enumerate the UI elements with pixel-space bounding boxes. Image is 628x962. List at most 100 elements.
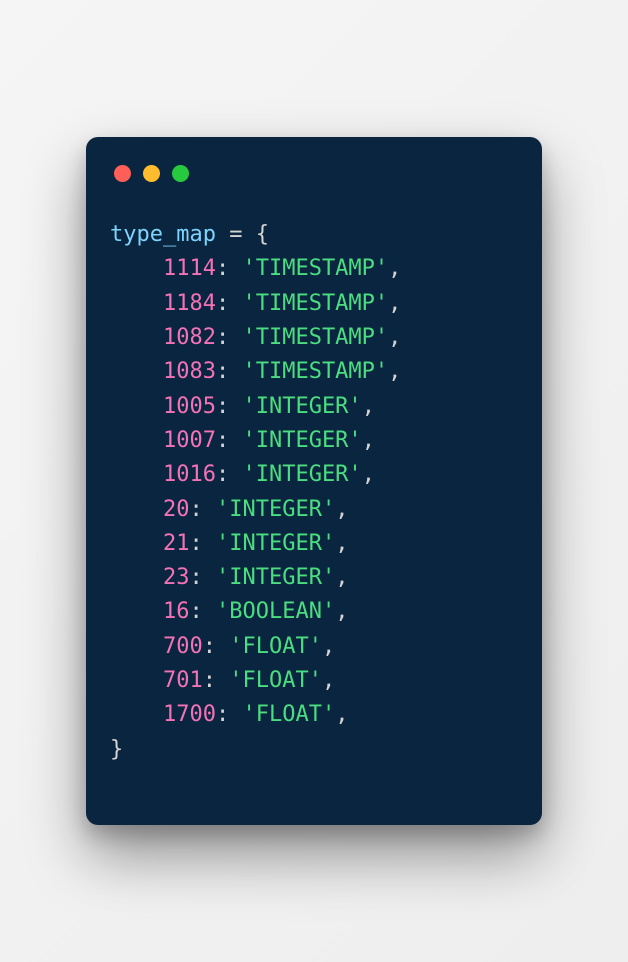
space — [229, 256, 242, 281]
colon: : — [216, 256, 229, 281]
comma: , — [362, 462, 375, 487]
code-entry-line: 16: 'BOOLEAN', — [110, 595, 518, 629]
dict-key: 21 — [163, 531, 190, 556]
colon: : — [216, 325, 229, 350]
comma: , — [388, 256, 401, 281]
code-entry-line: 20: 'INTEGER', — [110, 493, 518, 527]
indent — [110, 527, 163, 561]
dict-value: 'TIMESTAMP' — [242, 359, 388, 384]
space — [203, 565, 216, 590]
close-icon[interactable] — [114, 165, 131, 182]
colon: : — [216, 428, 229, 453]
dict-key: 1700 — [163, 702, 216, 727]
dict-value: 'FLOAT' — [229, 668, 322, 693]
colon: : — [216, 359, 229, 384]
indent — [110, 630, 163, 664]
dict-value: 'INTEGER' — [216, 531, 335, 556]
dict-key: 20 — [163, 497, 190, 522]
comma: , — [362, 428, 375, 453]
comma: , — [322, 634, 335, 659]
space — [203, 497, 216, 522]
dict-value: 'TIMESTAMP' — [242, 325, 388, 350]
dict-value: 'FLOAT' — [229, 634, 322, 659]
dict-key: 1083 — [163, 359, 216, 384]
code-entry-line: 701: 'FLOAT', — [110, 664, 518, 698]
comma: , — [335, 702, 348, 727]
dict-value: 'FLOAT' — [242, 702, 335, 727]
code-line-open: type_map = { — [110, 218, 518, 252]
colon: : — [189, 565, 202, 590]
dict-value: 'INTEGER' — [242, 428, 361, 453]
space — [203, 599, 216, 624]
dict-value: 'INTEGER' — [242, 394, 361, 419]
code-entry-line: 1083: 'TIMESTAMP', — [110, 355, 518, 389]
indent — [110, 493, 163, 527]
close-brace: } — [110, 737, 123, 762]
code-entry-line: 700: 'FLOAT', — [110, 630, 518, 664]
colon: : — [189, 497, 202, 522]
code-block: type_map = { 1114: 'TIMESTAMP', 1184: 'T… — [110, 218, 518, 767]
dict-value: 'TIMESTAMP' — [242, 291, 388, 316]
space — [216, 634, 229, 659]
open-brace: { — [256, 222, 269, 247]
dict-key: 1184 — [163, 291, 216, 316]
colon: : — [189, 531, 202, 556]
dict-key: 23 — [163, 565, 190, 590]
space — [203, 531, 216, 556]
space — [229, 359, 242, 384]
space — [229, 428, 242, 453]
code-entry-line: 23: 'INTEGER', — [110, 561, 518, 595]
indent — [110, 664, 163, 698]
space — [229, 702, 242, 727]
comma: , — [335, 599, 348, 624]
colon: : — [216, 702, 229, 727]
colon: : — [189, 599, 202, 624]
indent — [110, 424, 163, 458]
code-entry-line: 1005: 'INTEGER', — [110, 390, 518, 424]
indent — [110, 458, 163, 492]
comma: , — [388, 325, 401, 350]
indent — [110, 287, 163, 321]
dict-value: 'INTEGER' — [216, 497, 335, 522]
code-entry-line: 1016: 'INTEGER', — [110, 458, 518, 492]
colon: : — [203, 634, 216, 659]
code-window: type_map = { 1114: 'TIMESTAMP', 1184: 'T… — [86, 137, 542, 825]
dict-key: 1005 — [163, 394, 216, 419]
dict-value: 'INTEGER' — [242, 462, 361, 487]
comma: , — [335, 531, 348, 556]
indent — [110, 252, 163, 286]
indent — [110, 390, 163, 424]
space — [229, 291, 242, 316]
comma: , — [362, 394, 375, 419]
variable-name: type_map — [110, 222, 216, 247]
comma: , — [388, 291, 401, 316]
dict-value: 'INTEGER' — [216, 565, 335, 590]
indent — [110, 698, 163, 732]
minimize-icon[interactable] — [143, 165, 160, 182]
dict-key: 1007 — [163, 428, 216, 453]
equals: = — [216, 222, 256, 247]
dict-key: 700 — [163, 634, 203, 659]
dict-key: 1016 — [163, 462, 216, 487]
colon: : — [203, 668, 216, 693]
code-entry-line: 1082: 'TIMESTAMP', — [110, 321, 518, 355]
space — [229, 462, 242, 487]
code-entry-line: 1700: 'FLOAT', — [110, 698, 518, 732]
comma: , — [322, 668, 335, 693]
comma: , — [388, 359, 401, 384]
space — [229, 394, 242, 419]
dict-key: 1114 — [163, 256, 216, 281]
space — [229, 325, 242, 350]
code-entry-line: 21: 'INTEGER', — [110, 527, 518, 561]
dict-key: 1082 — [163, 325, 216, 350]
maximize-icon[interactable] — [172, 165, 189, 182]
code-entry-line: 1114: 'TIMESTAMP', — [110, 252, 518, 286]
indent — [110, 561, 163, 595]
dict-value: 'TIMESTAMP' — [242, 256, 388, 281]
code-entry-line: 1007: 'INTEGER', — [110, 424, 518, 458]
code-line-close: } — [110, 733, 518, 767]
space — [216, 668, 229, 693]
dict-key: 701 — [163, 668, 203, 693]
indent — [110, 355, 163, 389]
indent — [110, 595, 163, 629]
